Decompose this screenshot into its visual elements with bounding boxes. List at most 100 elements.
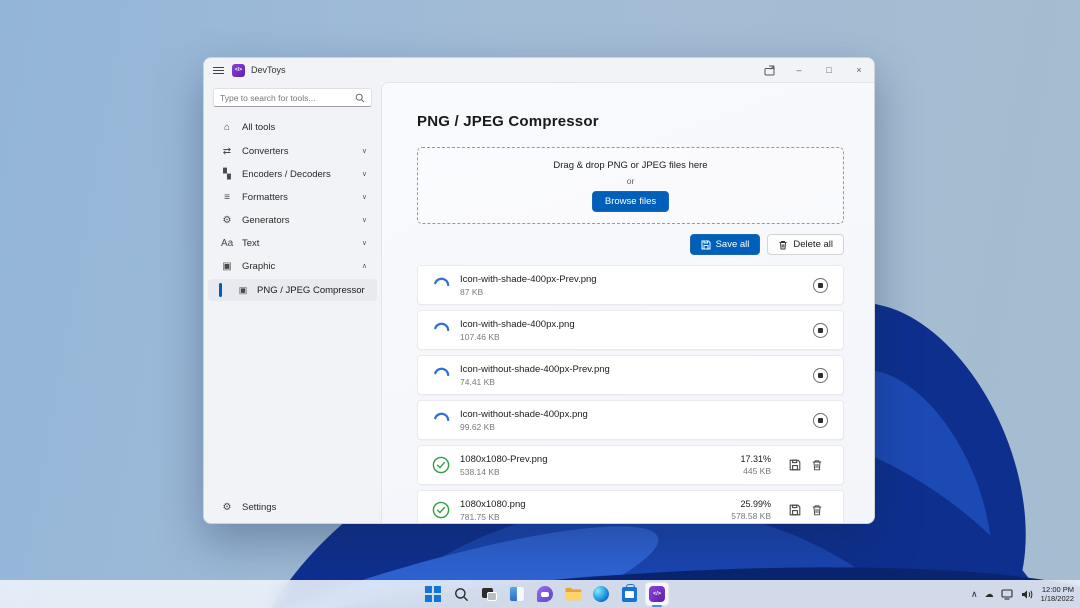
save-all-button[interactable]: Save all (690, 234, 761, 255)
file-row: Icon-with-shade-400px-Prev.png 87 KB (417, 265, 844, 305)
sidebar-item-settings[interactable]: ⚙ Settings (208, 496, 377, 518)
save-file-button[interactable] (784, 499, 806, 521)
file-size: 99.62 KB (460, 422, 588, 432)
cancel-compression-button[interactable] (813, 413, 828, 428)
maximize-button[interactable]: □ (814, 58, 844, 82)
file-size: 87 KB (460, 287, 597, 297)
file-size: 538.14 KB (460, 467, 548, 477)
chevron-icon[interactable]: ∨ (362, 193, 367, 201)
file-name: Icon-without-shade-400px-Prev.png (460, 364, 610, 375)
compact-overlay-icon[interactable] (754, 58, 784, 82)
sidebar-item-label: Graphic (242, 261, 275, 272)
sidebar-item-converters[interactable]: ⇄ Converters ∨ (208, 140, 377, 162)
sidebar-item-encoders-decoders[interactable]: ▚ Encoders / Decoders ∨ (208, 163, 377, 185)
sidebar-item-label: All tools (242, 122, 275, 133)
chat-icon (537, 586, 553, 602)
compression-ratio: 17.31% (740, 454, 771, 464)
sidebar-item-png-jpeg-compressor[interactable]: ▣ PNG / JPEG Compressor (208, 279, 377, 301)
compressed-size: 445 KB (740, 466, 771, 476)
file-size: 781.75 KB (460, 512, 526, 522)
volume-icon[interactable] (1021, 589, 1034, 600)
sidebar-item-label: Settings (242, 502, 276, 513)
file-name: Icon-without-shade-400px.png (460, 409, 588, 420)
generators-icon: ⚙ (221, 215, 233, 226)
page-title: PNG / JPEG Compressor (417, 113, 844, 130)
minimize-button[interactable]: – (784, 58, 814, 82)
chevron-icon[interactable]: ∧ (362, 262, 367, 270)
cancel-compression-button[interactable] (813, 368, 828, 383)
widgets-icon (509, 586, 525, 602)
taskbar: </> ∧ ☁ 12:00 PM 1/18/2022 (0, 580, 1080, 608)
file-name: 1080x1080.png (460, 499, 526, 510)
sidebar-item-label: Text (242, 238, 259, 249)
sidebar-item-graphic[interactable]: ▣ Graphic ∧ (208, 255, 377, 277)
widgets-button[interactable] (505, 582, 529, 606)
network-icon[interactable] (1001, 589, 1014, 600)
file-row: Icon-without-shade-400px.png 99.62 KB (417, 400, 844, 440)
progress-spinner-icon (432, 276, 450, 294)
taskbar-devtoys-button[interactable]: </> (645, 582, 669, 606)
file-explorer-button[interactable] (561, 582, 585, 606)
file-name: Icon-with-shade-400px.png (460, 319, 575, 330)
sidebar-item-formatters[interactable]: ≡ Formatters ∨ (208, 186, 377, 208)
task-view-button[interactable] (477, 582, 501, 606)
sidebar: ⌂ All tools ⇄ Converters ∨ ▚ En (204, 82, 381, 523)
save-icon (789, 459, 801, 471)
sidebar-item-label: Converters (242, 146, 288, 157)
cancel-compression-button[interactable] (813, 278, 828, 293)
tray-chevron-icon[interactable]: ∧ (971, 589, 978, 600)
save-icon (789, 504, 801, 516)
delete-file-button[interactable] (806, 454, 828, 476)
search-icon (453, 587, 468, 602)
onedrive-cloud-icon[interactable]: ☁ (985, 589, 994, 600)
converters-icon: ⇄ (221, 146, 233, 157)
chevron-icon[interactable]: ∨ (362, 147, 367, 155)
save-icon (701, 240, 711, 250)
sidebar-item-generators[interactable]: ⚙ Generators ∨ (208, 209, 377, 231)
file-size: 74.41 KB (460, 377, 610, 387)
search-input[interactable] (220, 93, 355, 103)
sidebar-item-all-tools[interactable]: ⌂ All tools (208, 116, 377, 138)
bulk-actions: Save all Delete all (417, 234, 844, 255)
search-icon (355, 93, 365, 103)
trash-icon (778, 240, 788, 250)
delete-file-button[interactable] (806, 499, 828, 521)
sidebar-item-text[interactable]: Aa Text ∨ (208, 232, 377, 254)
encoders-decoders-icon: ▚ (221, 169, 233, 180)
save-file-button[interactable] (784, 454, 806, 476)
home-icon: ⌂ (221, 122, 233, 133)
clock-time: 12:00 PM (1041, 585, 1074, 594)
devtoys-icon: </> (649, 586, 665, 602)
chevron-icon[interactable]: ∨ (362, 239, 367, 247)
cancel-compression-button[interactable] (813, 323, 828, 338)
task-view-icon (481, 588, 496, 601)
trash-icon (811, 504, 823, 516)
selected-indicator (219, 283, 222, 297)
compression-ratio: 25.99% (731, 499, 771, 509)
edge-icon (593, 586, 609, 602)
tool-search-box[interactable] (213, 88, 372, 107)
success-check-icon (432, 501, 450, 519)
store-button[interactable] (617, 582, 641, 606)
file-row: Icon-with-shade-400px.png 107.46 KB (417, 310, 844, 350)
windows-logo-icon (425, 586, 441, 602)
delete-all-button[interactable]: Delete all (767, 234, 844, 255)
taskbar-search-button[interactable] (449, 582, 473, 606)
chat-button[interactable] (533, 582, 557, 606)
chevron-icon[interactable]: ∨ (362, 170, 367, 178)
start-button[interactable] (421, 582, 445, 606)
progress-spinner-icon (432, 366, 450, 384)
store-icon (621, 587, 636, 602)
devtoys-window: </> DevToys – □ × (203, 57, 875, 524)
file-dropzone[interactable]: Drag & drop PNG or JPEG files here or Br… (417, 147, 844, 224)
taskbar-clock[interactable]: 12:00 PM 1/18/2022 (1041, 585, 1074, 603)
sidebar-item-label: Encoders / Decoders (242, 169, 331, 180)
chevron-icon[interactable]: ∨ (362, 216, 367, 224)
close-button[interactable]: × (844, 58, 874, 82)
gear-icon: ⚙ (221, 502, 233, 513)
browse-files-button[interactable]: Browse files (592, 191, 669, 212)
sidebar-item-label: Generators (242, 215, 290, 226)
edge-button[interactable] (589, 582, 613, 606)
hamburger-menu-icon[interactable] (204, 65, 232, 76)
progress-spinner-icon (432, 321, 450, 339)
